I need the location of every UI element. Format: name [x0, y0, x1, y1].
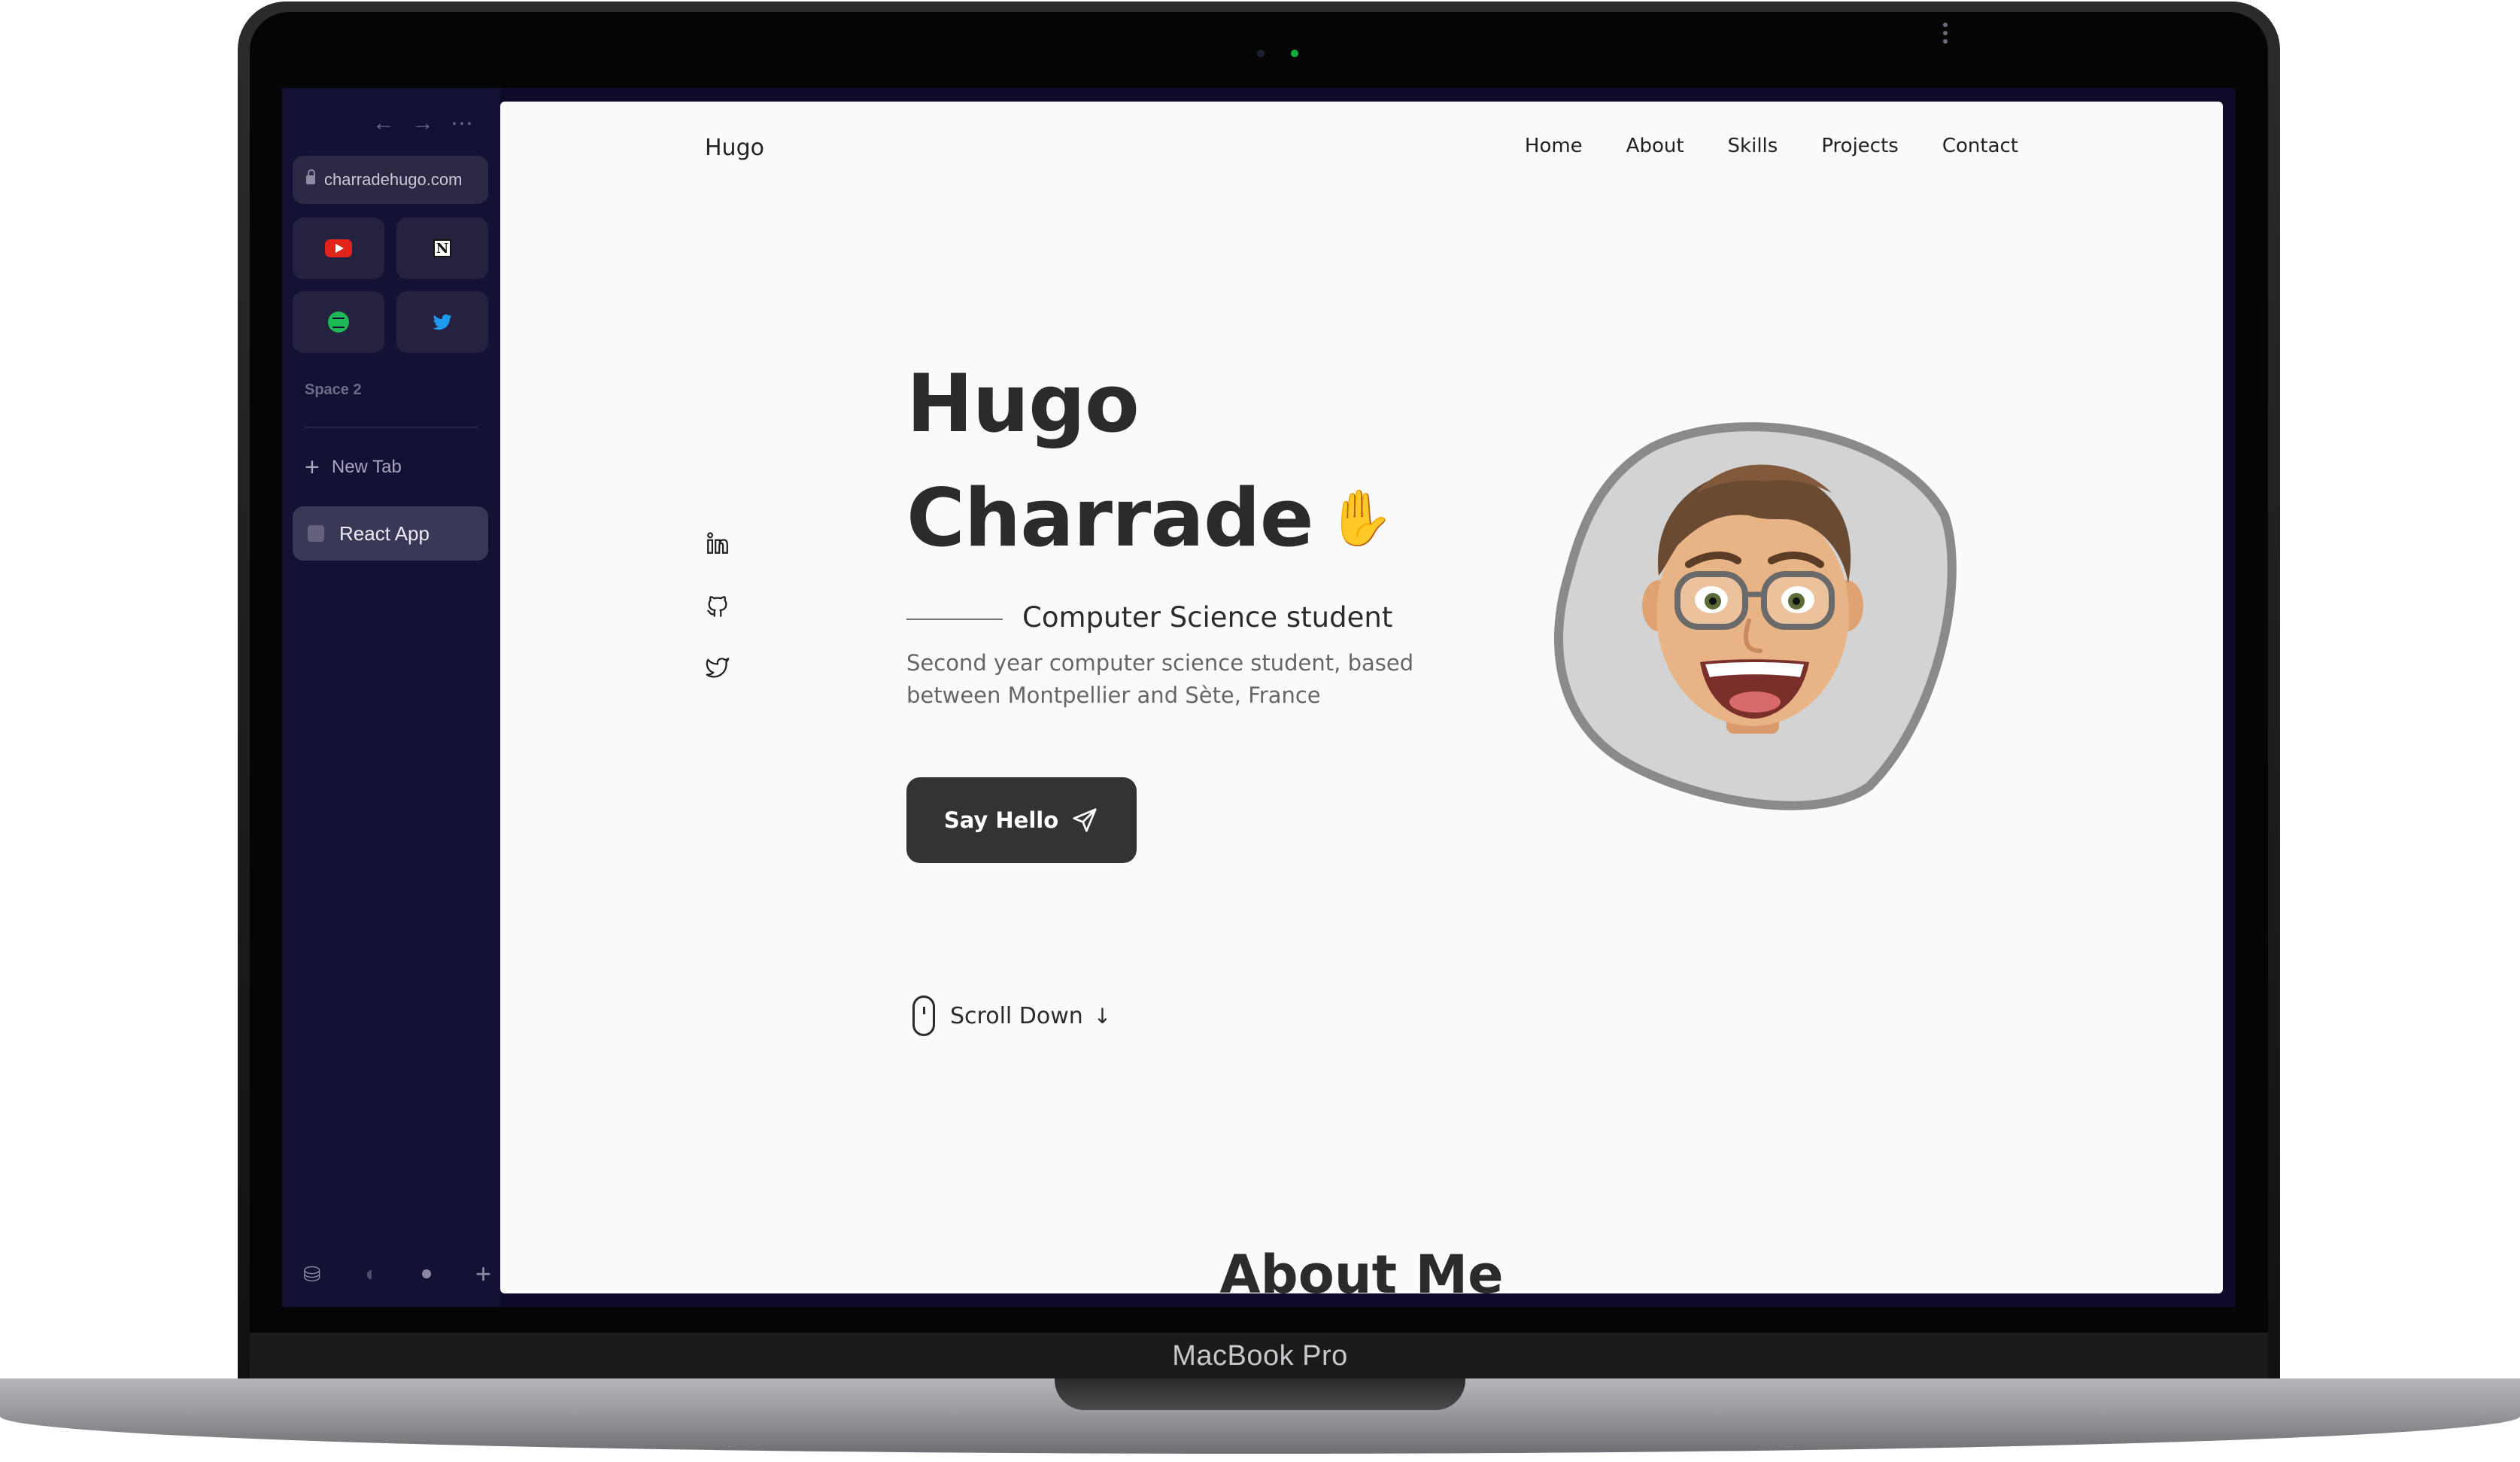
screen: ← → ⋯ charradehugo.com N Space 2 + New T… — [282, 88, 2236, 1307]
lock-icon — [306, 169, 315, 184]
camera-light — [1291, 50, 1298, 57]
site-logo[interactable]: Hugo — [705, 135, 764, 161]
back-icon[interactable]: ← — [372, 111, 395, 137]
mouse-icon — [912, 995, 935, 1036]
archive-icon[interactable]: ⛁ — [303, 1262, 320, 1287]
camera-sensor — [1257, 50, 1265, 57]
tab-react-app[interactable]: React App — [293, 506, 488, 561]
nav-projects[interactable]: Projects — [1821, 135, 1899, 157]
tab-favicon — [308, 525, 324, 542]
scroll-down-label: Scroll Down — [950, 1002, 1083, 1029]
send-icon — [1073, 808, 1097, 832]
plus-icon: + — [305, 453, 320, 482]
new-tab-label: New Tab — [331, 457, 402, 477]
say-hello-button[interactable]: Say Hello — [906, 777, 1137, 863]
notion-icon: N — [433, 239, 451, 257]
web-page: Hugo Home About Skills Projects Contact … — [500, 102, 2223, 1293]
tab-label: React App — [339, 521, 430, 545]
hero-last-name-row: Charrade ✋ — [906, 472, 1395, 564]
browser-sidebar: ← → ⋯ charradehugo.com N Space 2 + New T… — [282, 88, 500, 1307]
space-label: Space 2 — [305, 381, 362, 398]
space-dot-icon[interactable] — [422, 1269, 432, 1278]
favorite-spotify[interactable] — [293, 291, 384, 353]
waving-hand-icon: ✋ — [1326, 486, 1395, 549]
subtitle-line — [906, 619, 1003, 620]
laptop-notch — [1055, 1378, 1465, 1410]
scroll-down-link[interactable]: Scroll Down ↓ — [912, 995, 1111, 1036]
arrow-down-icon: ↓ — [1093, 1003, 1112, 1029]
top-nav: Home About Skills Projects Contact — [1525, 135, 2018, 157]
url-bar[interactable]: charradehugo.com — [293, 156, 488, 204]
add-space-icon[interactable]: + — [475, 1258, 491, 1290]
linkedin-icon[interactable] — [705, 530, 730, 556]
forward-icon[interactable]: → — [411, 111, 434, 137]
sidebar-footer: ⛁ ◐ + — [303, 1258, 491, 1290]
hero-last-name: Charrade — [906, 472, 1314, 564]
spotify-icon — [328, 312, 349, 333]
twitter-icon — [433, 314, 452, 330]
avatar — [1554, 422, 1957, 810]
hero-first-name: Hugo — [906, 357, 1140, 450]
browser-nav: ← → ⋯ — [372, 111, 473, 137]
youtube-icon — [325, 239, 352, 257]
device-label: MacBook Pro — [1172, 1340, 1348, 1372]
url-text: charradehugo.com — [324, 170, 463, 189]
hero-subtitle: Computer Science student — [1022, 601, 1393, 634]
hero-description: Second year computer science student, ba… — [906, 650, 1414, 708]
more-icon[interactable]: ⋯ — [451, 111, 473, 137]
nav-about[interactable]: About — [1626, 135, 1684, 157]
sidebar-divider — [305, 427, 478, 428]
twitter-icon[interactable] — [705, 654, 730, 679]
new-tab-button[interactable]: + New Tab — [305, 454, 402, 480]
window-drag-handle[interactable] — [1943, 23, 1952, 44]
favorite-twitter[interactable] — [396, 291, 488, 353]
say-hello-label: Say Hello — [943, 807, 1059, 833]
github-icon[interactable] — [705, 594, 730, 619]
about-section-title: About Me — [1219, 1244, 1504, 1293]
space-icon[interactable]: ◐ — [365, 1262, 378, 1286]
favorite-youtube[interactable] — [293, 217, 384, 279]
nav-skills[interactable]: Skills — [1728, 135, 1778, 157]
favorite-notion[interactable]: N — [396, 217, 488, 279]
nav-home[interactable]: Home — [1525, 135, 1583, 157]
nav-contact[interactable]: Contact — [1942, 135, 2018, 157]
